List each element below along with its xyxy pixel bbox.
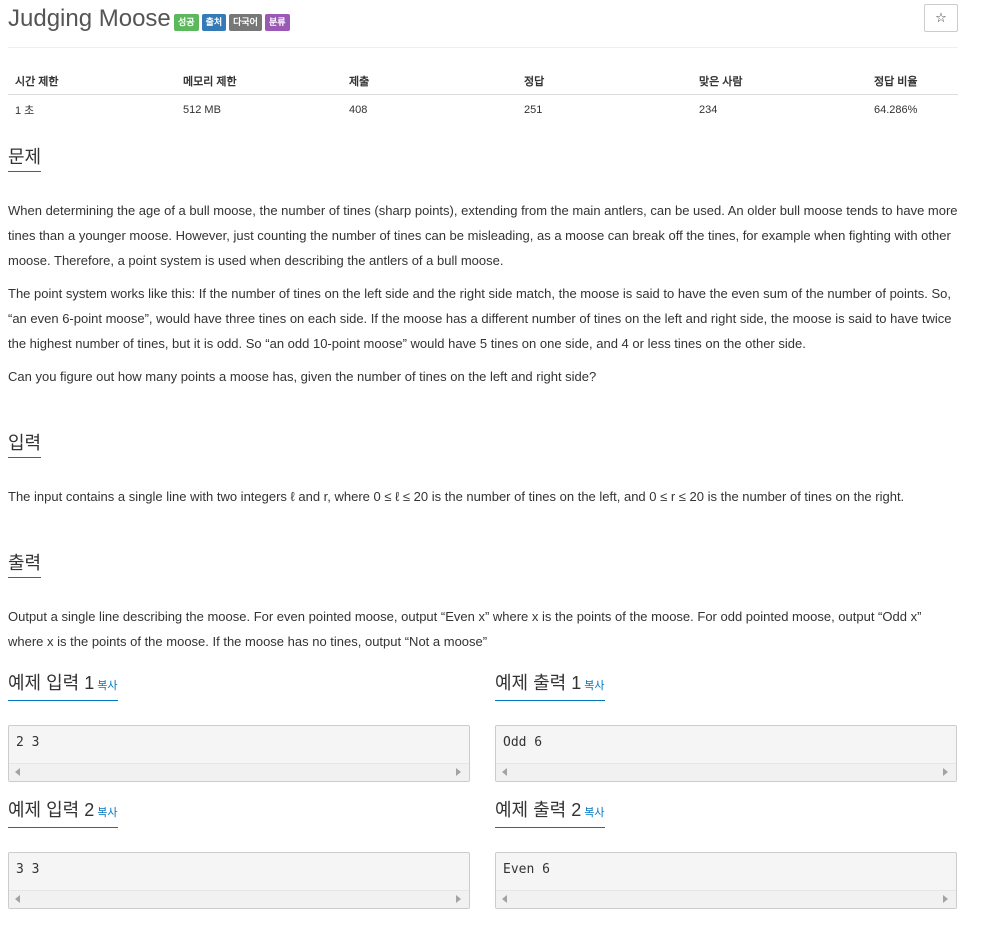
sample-input-1-heading: 예제 입력 1 복사 xyxy=(8,672,118,701)
sample-input-2-heading: 예제 입력 2 복사 xyxy=(8,799,118,828)
copy-sample-output-1-button[interactable]: 복사 xyxy=(584,680,604,692)
output-heading-row: 출력 xyxy=(8,552,958,582)
scroll-right-arrow-icon[interactable] xyxy=(943,768,948,776)
scroll-left-arrow-icon[interactable] xyxy=(502,895,507,903)
sample-input-2-box[interactable]: 3 3 xyxy=(8,852,470,909)
sample-input-1-title: 예제 입력 1 xyxy=(8,673,95,693)
submissions-value: 408 xyxy=(349,104,368,116)
memory-limit-value: 512 MB xyxy=(183,104,221,116)
sample-output-2-section: 예제 출력 2 복사 Even 6 xyxy=(495,799,957,909)
description-paragraph-3: Can you figure out how many points a moo… xyxy=(8,369,597,384)
problem-info-table: 시간 제한 메모리 제한 제출 정답 맞은 사람 정답 비율 1 초 512 M… xyxy=(8,68,958,125)
horizontal-scrollbar[interactable] xyxy=(9,763,469,781)
sample-output-1-box[interactable]: Odd 6 xyxy=(495,725,957,782)
horizontal-scrollbar[interactable] xyxy=(496,763,956,781)
description-heading-row: 문제 xyxy=(8,146,958,176)
output-heading: 출력 xyxy=(8,552,42,578)
input-heading: 입력 xyxy=(8,432,42,458)
sample-output-1-title: 예제 출력 1 xyxy=(495,673,582,693)
header-accept-ratio: 정답 비율 xyxy=(867,68,958,95)
section-divider xyxy=(8,171,958,172)
sample-input-2-heading-row: 예제 입력 2 복사 xyxy=(8,799,470,831)
scroll-left-arrow-icon[interactable] xyxy=(502,768,507,776)
sample-output-1-heading: 예제 출력 1 복사 xyxy=(495,672,605,701)
header-submissions: 제출 xyxy=(342,68,517,95)
input-heading-row: 입력 xyxy=(8,432,958,462)
description-section: 문제 When determining the age of a bull mo… xyxy=(8,146,958,397)
header-memory-limit: 메모리 제한 xyxy=(176,68,342,95)
problem-labels: 성공 출처 다국어 분류 xyxy=(174,14,290,31)
copy-sample-input-1-button[interactable]: 복사 xyxy=(97,680,117,692)
sample-input-1-section: 예제 입력 1 복사 2 3 xyxy=(8,672,470,782)
info-value-row: 1 초 512 MB 408 251 234 64.286% xyxy=(8,95,958,126)
description-paragraph-1: When determining the age of a bull moose… xyxy=(8,203,958,268)
scroll-left-arrow-icon[interactable] xyxy=(15,768,20,776)
sample-output-2-heading: 예제 출력 2 복사 xyxy=(495,799,605,828)
favorite-star-button[interactable]: ☆ xyxy=(924,4,958,32)
sample-output-1-text: Odd 6 xyxy=(503,735,543,750)
label-multilang[interactable]: 다국어 xyxy=(229,14,262,31)
label-category[interactable]: 분류 xyxy=(264,14,290,31)
description-paragraph-2: The point system works like this: If the… xyxy=(8,286,952,351)
input-description: The input contains a single line with tw… xyxy=(8,489,905,504)
sample-output-1-section: 예제 출력 1 복사 Odd 6 xyxy=(495,672,957,782)
accept-ratio-value: 64.286% xyxy=(874,104,918,116)
label-source[interactable]: 출처 xyxy=(201,14,227,31)
copy-sample-output-2-button[interactable]: 복사 xyxy=(584,807,604,819)
scroll-right-arrow-icon[interactable] xyxy=(456,768,461,776)
sample-input-2-text: 3 3 xyxy=(16,862,40,877)
sample-output-2-box[interactable]: Even 6 xyxy=(495,852,957,909)
solved-users-value: 234 xyxy=(699,104,718,116)
header-accepted: 정답 xyxy=(517,68,692,95)
title-row: Judging Moose 성공 출처 다국어 분류 ☆ xyxy=(8,4,958,34)
horizontal-scrollbar[interactable] xyxy=(9,890,469,908)
input-section: 입력 The input contains a single line with… xyxy=(8,432,958,517)
sample-output-2-title: 예제 출력 2 xyxy=(495,800,582,820)
description-heading: 문제 xyxy=(8,146,42,172)
scroll-left-arrow-icon[interactable] xyxy=(15,895,20,903)
horizontal-scrollbar[interactable] xyxy=(496,890,956,908)
star-icon: ☆ xyxy=(935,10,947,25)
sample-input-1-heading-row: 예제 입력 1 복사 xyxy=(8,672,470,704)
title-divider xyxy=(8,47,958,48)
output-body: Output a single line describing the moos… xyxy=(8,604,958,654)
sample-input-2-section: 예제 입력 2 복사 3 3 xyxy=(8,799,470,909)
time-limit-value: 1 초 xyxy=(15,105,35,117)
scroll-right-arrow-icon[interactable] xyxy=(943,895,948,903)
label-success[interactable]: 성공 xyxy=(174,14,199,31)
info-header-row: 시간 제한 메모리 제한 제출 정답 맞은 사람 정답 비율 xyxy=(8,68,958,95)
sample-input-2-title: 예제 입력 2 xyxy=(8,800,95,820)
accepted-value: 251 xyxy=(524,104,543,116)
sample-output-2-text: Even 6 xyxy=(503,862,550,877)
sample-input-1-box[interactable]: 2 3 xyxy=(8,725,470,782)
section-divider xyxy=(8,577,958,578)
sample-output-2-heading-row: 예제 출력 2 복사 xyxy=(495,799,957,831)
section-divider xyxy=(8,457,958,458)
sample-input-1-text: 2 3 xyxy=(16,735,40,750)
input-body: The input contains a single line with tw… xyxy=(8,484,958,509)
copy-sample-input-2-button[interactable]: 복사 xyxy=(97,807,117,819)
output-section: 출력 Output a single line describing the m… xyxy=(8,552,958,662)
problem-title: Judging Moose xyxy=(8,5,171,32)
scroll-right-arrow-icon[interactable] xyxy=(456,895,461,903)
sample-output-1-heading-row: 예제 출력 1 복사 xyxy=(495,672,957,704)
description-body: When determining the age of a bull moose… xyxy=(8,198,958,389)
output-description: Output a single line describing the moos… xyxy=(8,609,922,649)
header-solved-users: 맞은 사람 xyxy=(692,68,867,95)
header-time-limit: 시간 제한 xyxy=(8,68,176,95)
